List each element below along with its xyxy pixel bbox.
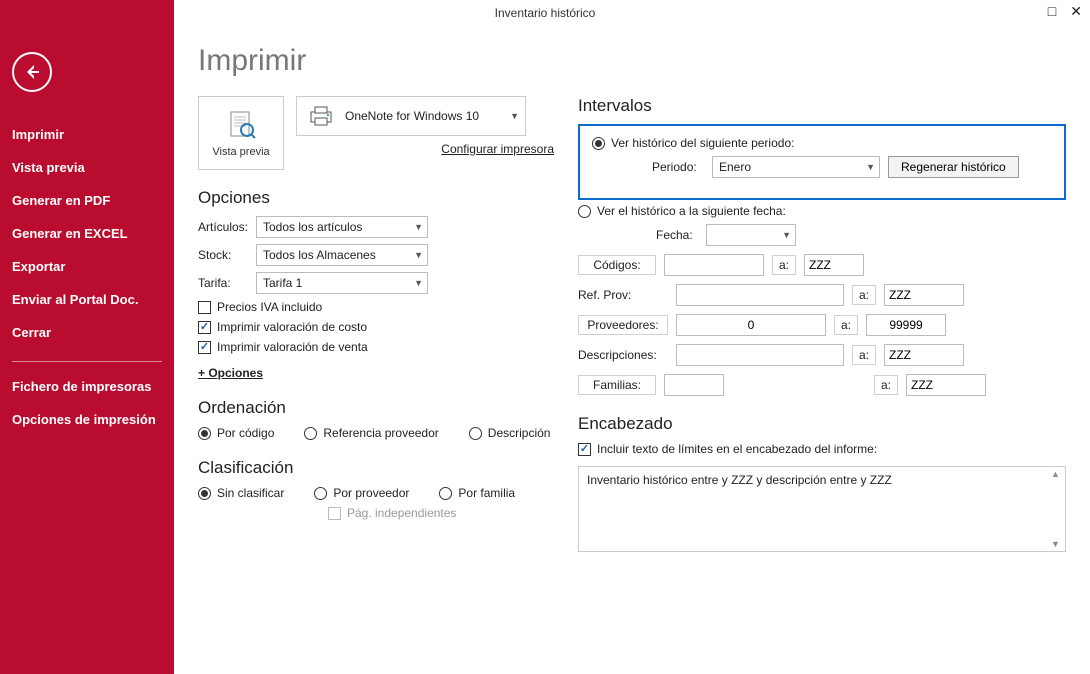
regenerar-button[interactable]: Regenerar histórico <box>888 156 1019 178</box>
articulos-label: Artículos: <box>198 220 250 234</box>
refprov-label: Ref. Prov: <box>578 288 668 302</box>
sidebar-item-opciones-impresion[interactable]: Opciones de impresión <box>8 403 166 436</box>
printer-select-tile[interactable]: OneNote for Windows 10 ▼ <box>296 96 526 136</box>
arrow-left-icon <box>22 62 42 82</box>
configure-printer-link[interactable]: Configurar impresora <box>296 142 554 156</box>
sidebar: Imprimir Vista previa Generar en PDF Gen… <box>0 0 174 674</box>
tarifa-select[interactable]: Tarifa 1▼ <box>256 272 428 294</box>
window-title: Inventario histórico <box>495 6 596 20</box>
periodo-label: Periodo: <box>652 160 704 174</box>
stock-label: Stock: <box>198 248 250 262</box>
printer-name: OneNote for Windows 10 <box>345 109 479 123</box>
left-column: Vista previa OneNote for Windows 10 ▼ Co <box>198 96 554 552</box>
options-heading: Opciones <box>198 188 554 208</box>
back-button[interactable] <box>12 52 52 92</box>
fecha-select[interactable]: ▼ <box>706 224 796 246</box>
a-label: a: <box>772 255 796 275</box>
prov-label[interactable]: Proveedores: <box>578 315 668 335</box>
sidebar-item-portal[interactable]: Enviar al Portal Doc. <box>8 283 166 316</box>
desc-from-input[interactable] <box>676 344 844 366</box>
radio-class-prov[interactable]: Por proveedor <box>314 486 409 500</box>
sidebar-item-exportar[interactable]: Exportar <box>8 250 166 283</box>
a-label: a: <box>852 345 876 365</box>
chk-venta[interactable] <box>198 341 211 354</box>
intervals-heading: Intervalos <box>578 96 1066 116</box>
a-label: a: <box>852 285 876 305</box>
radio-fecha[interactable] <box>578 205 591 218</box>
right-column: Intervalos Ver histórico del siguiente p… <box>578 96 1066 552</box>
stock-select[interactable]: Todos los Almacenes▼ <box>256 244 428 266</box>
close-icon[interactable]: ✕ <box>1070 4 1082 18</box>
window-controls: □ ✕ <box>1048 4 1082 18</box>
sidebar-item-cerrar[interactable]: Cerrar <box>8 316 166 349</box>
chk-pag-indep-row: Pág. independientes <box>328 506 554 520</box>
tarifa-label: Tarifa: <box>198 276 250 290</box>
fam-to-input[interactable] <box>906 374 986 396</box>
fam-from-input[interactable] <box>664 374 724 396</box>
scroll-down-icon[interactable]: ▼ <box>1048 539 1063 549</box>
fam-label[interactable]: Familias: <box>578 375 656 395</box>
page-title: Imprimir <box>198 44 1066 78</box>
scroll-up-icon[interactable]: ▲ <box>1048 469 1063 479</box>
more-options-link[interactable]: + Opciones <box>198 366 263 380</box>
sidebar-item-excel[interactable]: Generar en EXCEL <box>8 217 166 250</box>
chevron-down-icon: ▼ <box>782 230 791 240</box>
codigos-from-input[interactable] <box>664 254 764 276</box>
sidebar-item-vista-previa[interactable]: Vista previa <box>8 151 166 184</box>
document-preview-icon <box>223 108 259 144</box>
chk-iva[interactable] <box>198 301 211 314</box>
fecha-label: Fecha: <box>656 228 698 242</box>
prov-to-input[interactable] <box>866 314 946 336</box>
sidebar-divider <box>12 361 162 362</box>
chk-iva-label: Precios IVA incluido <box>217 300 322 314</box>
radio-order-desc[interactable]: Descripción <box>469 426 551 440</box>
desc-to-input[interactable] <box>884 344 964 366</box>
maximize-icon[interactable]: □ <box>1048 4 1056 18</box>
refprov-from-input[interactable] <box>676 284 844 306</box>
chevron-down-icon: ▼ <box>510 111 519 121</box>
codigos-to-input[interactable] <box>804 254 864 276</box>
scrollbar[interactable]: ▲▼ <box>1048 469 1063 549</box>
articulos-select[interactable]: Todos los artículos▼ <box>256 216 428 238</box>
a-label: a: <box>834 315 858 335</box>
chevron-down-icon: ▼ <box>414 278 423 288</box>
header-textarea[interactable]: Inventario histórico entre y ZZZ y descr… <box>578 466 1066 552</box>
header-heading: Encabezado <box>578 414 1066 434</box>
chk-costo-label: Imprimir valoración de costo <box>217 320 367 334</box>
a-label: a: <box>874 375 898 395</box>
refprov-to-input[interactable] <box>884 284 964 306</box>
preview-tile-label: Vista previa <box>212 146 269 158</box>
chk-costo[interactable] <box>198 321 211 334</box>
radio-periodo[interactable] <box>592 137 605 150</box>
periodo-select[interactable]: Enero▼ <box>712 156 880 178</box>
sidebar-primary-links: Imprimir Vista previa Generar en PDF Gen… <box>0 118 174 436</box>
chk-venta-label: Imprimir valoración de venta <box>217 340 368 354</box>
class-heading: Clasificación <box>198 458 554 478</box>
chk-header-label: Incluir texto de límites en el encabezad… <box>597 442 877 456</box>
interval-periodo-box: Ver histórico del siguiente periodo: Per… <box>578 124 1066 200</box>
radio-class-sin[interactable]: Sin clasificar <box>198 486 284 500</box>
main-panel: Imprimir Vista previa <box>174 30 1090 674</box>
prov-from-input[interactable] <box>676 314 826 336</box>
chevron-down-icon: ▼ <box>866 162 875 172</box>
order-heading: Ordenación <box>198 398 554 418</box>
sidebar-item-imprimir[interactable]: Imprimir <box>8 118 166 151</box>
radio-order-codigo[interactable]: Por código <box>198 426 274 440</box>
chk-pag-indep <box>328 507 341 520</box>
preview-tile[interactable]: Vista previa <box>198 96 284 170</box>
radio-fecha-label: Ver el histórico a la siguiente fecha: <box>597 204 786 218</box>
chevron-down-icon: ▼ <box>414 222 423 232</box>
radio-class-fam[interactable]: Por familia <box>439 486 515 500</box>
desc-label: Descripciones: <box>578 348 668 362</box>
sidebar-item-impresoras[interactable]: Fichero de impresoras <box>8 370 166 403</box>
radio-periodo-label: Ver histórico del siguiente periodo: <box>611 136 794 150</box>
chevron-down-icon: ▼ <box>414 250 423 260</box>
chk-header-text[interactable] <box>578 443 591 456</box>
printer-icon <box>307 104 335 128</box>
codigos-label[interactable]: Códigos: <box>578 255 656 275</box>
radio-order-refprov[interactable]: Referencia proveedor <box>304 426 438 440</box>
sidebar-item-pdf[interactable]: Generar en PDF <box>8 184 166 217</box>
